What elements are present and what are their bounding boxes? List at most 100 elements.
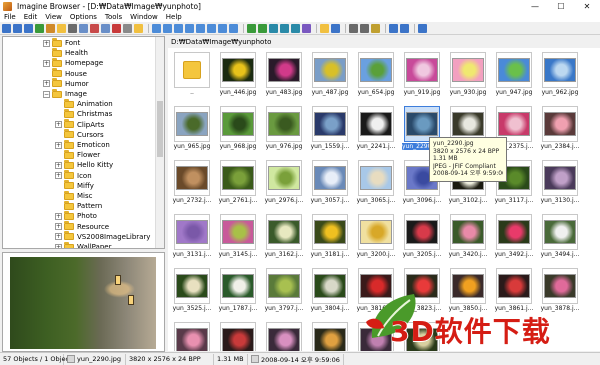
copy-icon[interactable] — [79, 23, 88, 33]
image-thumbnail[interactable]: yun_2761.j... — [218, 158, 258, 210]
parent-folder-thumbnail[interactable]: .. — [172, 50, 212, 102]
forward-icon[interactable] — [13, 23, 22, 33]
tree-item[interactable]: Pattern — [55, 200, 102, 211]
convert-icon[interactable] — [302, 23, 311, 33]
tree-item[interactable]: Misc — [55, 190, 92, 201]
image-thumbnail[interactable]: yun_919.jpg — [402, 50, 442, 102]
rotate-left-icon[interactable] — [247, 23, 256, 33]
delete-icon[interactable] — [112, 23, 121, 33]
image-thumbnail[interactable]: yun_3804.j... — [310, 266, 350, 318]
image-thumbnail[interactable]: yun_930.jpg — [448, 50, 488, 102]
tree-expander-icon[interactable]: + — [55, 212, 62, 220]
home-icon[interactable] — [46, 23, 55, 33]
list-view-icon[interactable] — [163, 23, 172, 33]
tree-item[interactable]: + Photo — [55, 210, 97, 221]
tree-expander-icon[interactable]: + — [55, 121, 62, 129]
print-icon[interactable] — [68, 23, 77, 33]
new-folder-icon[interactable] — [134, 23, 143, 33]
crop-icon[interactable] — [280, 23, 289, 33]
menu-edit[interactable]: Edit — [20, 13, 42, 21]
tree-expander-icon[interactable]: + — [55, 233, 62, 241]
tree-expander-icon[interactable]: + — [43, 39, 50, 47]
tree-scrollbar-thumb[interactable] — [157, 101, 163, 157]
tree-expander-icon[interactable]: + — [55, 223, 62, 231]
image-thumbnail[interactable]: yun_3525.j... — [172, 266, 212, 318]
menu-file[interactable]: File — [0, 13, 20, 21]
tree-expander-icon[interactable]: + — [55, 172, 62, 180]
tree-item[interactable]: + Hello Kitty — [55, 159, 113, 170]
image-thumbnail[interactable]: yun_3926.j... — [264, 320, 304, 351]
tree-item[interactable]: + ClipArts — [55, 119, 104, 130]
filmstrip-icon[interactable] — [185, 23, 194, 33]
tree-item[interactable]: Animation — [55, 98, 113, 109]
image-thumbnail[interactable]: yun_1559.j... — [310, 104, 350, 156]
folder-tree[interactable]: + Font Health + Homepage House + Humor − Image Ani… — [2, 36, 165, 249]
image-thumbnail[interactable]: yun_1787.j... — [218, 266, 258, 318]
tree-item[interactable]: + VS2008ImageLibrary — [55, 231, 150, 242]
image-thumbnail[interactable]: yun_3492.j... — [494, 212, 534, 264]
slideshow-icon[interactable] — [196, 23, 205, 33]
image-thumbnail[interactable]: yun_3797.j... — [264, 266, 304, 318]
about-icon[interactable] — [418, 23, 427, 33]
image-thumbnail[interactable]: yun_968.jpg — [218, 104, 258, 156]
menu-view[interactable]: View — [41, 13, 66, 21]
tree-item[interactable]: + Emoticon — [55, 139, 110, 150]
image-thumbnail[interactable]: yun_3940.j... — [310, 320, 350, 351]
tree-expander-icon[interactable]: + — [55, 161, 62, 169]
image-thumbnail[interactable]: yun_3145.j... — [218, 212, 258, 264]
settings-icon[interactable] — [349, 23, 358, 33]
tree-item[interactable]: + Icon — [55, 170, 92, 181]
address-bar[interactable]: D:₩Data₩Image₩yunphoto — [168, 37, 598, 47]
menu-window[interactable]: Window — [126, 13, 162, 21]
tree-item[interactable]: Miffy — [55, 180, 94, 191]
image-thumbnail[interactable]: yun_3200.j... — [356, 212, 396, 264]
up-icon[interactable] — [24, 23, 33, 33]
image-thumbnail[interactable]: yun_962.jpg — [540, 50, 580, 102]
image-thumbnail[interactable]: yun_3205.j... — [402, 212, 442, 264]
sort-icon[interactable] — [229, 23, 238, 33]
image-thumbnail[interactable]: yun_976.jpg — [264, 104, 304, 156]
image-thumbnail[interactable]: yun_446.jpg — [218, 50, 258, 102]
edit-icon[interactable] — [360, 23, 369, 33]
tree-item[interactable]: − Image — [43, 88, 87, 99]
tree-expander-icon[interactable]: + — [55, 243, 62, 248]
tree-item[interactable]: + Font — [43, 37, 80, 48]
image-thumbnail[interactable]: yun_487.jpg — [310, 50, 350, 102]
image-thumbnail[interactable]: yun_3057.j... — [310, 158, 350, 210]
image-thumbnail[interactable]: yun_2241.j... — [356, 104, 396, 156]
tree-expander-icon[interactable]: − — [43, 90, 50, 98]
image-thumbnail[interactable]: yun_3903.j... — [172, 320, 212, 351]
image-thumbnail[interactable]: yun_3162.j... — [264, 212, 304, 264]
folder-icon[interactable] — [57, 23, 66, 33]
image-thumbnail[interactable]: yun_3130.j... — [540, 158, 580, 210]
image-thumbnail[interactable]: yun_965.jpg — [172, 104, 212, 156]
flip-icon[interactable] — [269, 23, 278, 33]
tree-item[interactable]: Cursors — [55, 129, 104, 140]
save-icon[interactable] — [331, 23, 340, 33]
fullscreen-icon[interactable] — [207, 23, 216, 33]
image-thumbnail[interactable]: yun_2732.j... — [172, 158, 212, 210]
close-button[interactable]: ✕ — [574, 0, 600, 12]
image-thumbnail[interactable]: yun_947.jpg — [494, 50, 534, 102]
refresh-icon[interactable] — [35, 23, 44, 33]
image-thumbnail[interactable]: yun_3494.j... — [540, 212, 580, 264]
menu-help[interactable]: Help — [162, 13, 186, 21]
paste-icon[interactable] — [101, 23, 110, 33]
tree-expander-icon[interactable]: + — [55, 141, 62, 149]
maximize-button[interactable]: ☐ — [548, 0, 574, 12]
menu-options[interactable]: Options — [66, 13, 101, 21]
rotate-right-icon[interactable] — [258, 23, 267, 33]
image-thumbnail[interactable]: yun_3181.j... — [310, 212, 350, 264]
open-icon[interactable] — [320, 23, 329, 33]
image-thumbnail[interactable]: yun_3131.j... — [172, 212, 212, 264]
tree-item[interactable]: Health — [43, 47, 88, 58]
resize-icon[interactable] — [291, 23, 300, 33]
thumbnails-view-icon[interactable] — [152, 23, 161, 33]
image-thumbnail[interactable]: yun_2976.j... — [264, 158, 304, 210]
tree-item[interactable]: Christmas — [55, 108, 112, 119]
tree-item[interactable]: Flower — [55, 149, 100, 160]
image-thumbnail[interactable]: yun_3420.j... — [448, 212, 488, 264]
image-thumbnail[interactable]: yun_3911.j... — [218, 320, 258, 351]
image-thumbnail[interactable]: yun_483.jpg — [264, 50, 304, 102]
rename-icon[interactable] — [123, 23, 132, 33]
